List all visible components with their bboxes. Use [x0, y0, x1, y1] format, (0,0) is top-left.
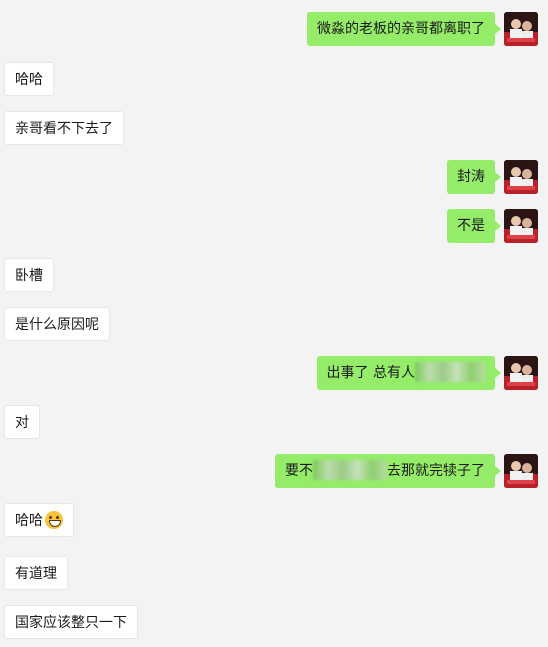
- message-text: 不是: [457, 218, 485, 234]
- message-text: 卧槽: [15, 268, 43, 284]
- avatar[interactable]: [504, 209, 538, 243]
- avatar[interactable]: [504, 160, 538, 194]
- incoming-message-bubble[interactable]: 亲哥看不下去了: [4, 111, 124, 145]
- outgoing-message-bubble[interactable]: 不是: [447, 209, 501, 243]
- avatar-image: [504, 356, 538, 390]
- message-text: 哈哈: [15, 513, 43, 529]
- incoming-message-bubble[interactable]: 国家应该整只一下: [4, 605, 138, 639]
- message-row-incoming: 亲哥看不下去了: [0, 111, 548, 147]
- incoming-message-bubble[interactable]: 是什么原因呢: [4, 307, 110, 341]
- avatar-image: [504, 209, 538, 243]
- message-text: 封涛: [457, 169, 485, 185]
- outgoing-message-bubble[interactable]: 微淼的老板的亲哥都离职了: [307, 12, 501, 46]
- outgoing-message-bubble[interactable]: 要不 去那就完犊子了: [275, 454, 501, 488]
- message-text: 哈哈: [15, 72, 43, 88]
- message-row-incoming: 国家应该整只一下: [0, 605, 548, 641]
- message-row-incoming: 哈哈: [0, 62, 548, 98]
- incoming-message-bubble[interactable]: 对: [4, 405, 40, 439]
- avatar[interactable]: [504, 356, 538, 390]
- message-text: 亲哥看不下去了: [15, 121, 113, 137]
- message-text: 对: [15, 415, 29, 431]
- message-text: 微淼的老板的亲哥都离职了: [317, 21, 485, 37]
- incoming-message-bubble[interactable]: 哈哈: [4, 503, 74, 537]
- avatar-image: [504, 12, 538, 46]
- avatar-image: [504, 454, 538, 488]
- message-text: 出事了 总有人: [326, 365, 415, 381]
- message-text: 要不: [285, 463, 313, 479]
- message-text: 有道理: [15, 566, 57, 582]
- message-text: 国家应该整只一下: [15, 615, 127, 631]
- message-row-outgoing: 出事了 总有人: [0, 356, 548, 392]
- message-row-outgoing: 封涛: [0, 160, 548, 196]
- incoming-message-bubble[interactable]: 卧槽: [4, 258, 54, 292]
- incoming-message-bubble[interactable]: 哈哈: [4, 62, 54, 96]
- message-text: 去那就完犊子了: [387, 463, 485, 479]
- message-row-incoming: 卧槽: [0, 258, 548, 294]
- redacted-text-blur: [313, 460, 387, 480]
- avatar-image: [504, 160, 538, 194]
- avatar[interactable]: [504, 12, 538, 46]
- message-row-outgoing: 微淼的老板的亲哥都离职了: [0, 12, 548, 48]
- message-row-incoming: 对: [0, 405, 548, 441]
- chat-history: 微淼的老板的亲哥都离职了 哈哈 亲哥看不下去了 封涛 不是 卧槽 是什么原因呢 …: [0, 0, 548, 647]
- grinning-face-emoji-icon: [45, 510, 63, 529]
- message-row-outgoing: 不是: [0, 209, 548, 245]
- message-text: 是什么原因呢: [15, 317, 99, 333]
- outgoing-message-bubble[interactable]: 出事了 总有人: [316, 356, 502, 390]
- message-row-outgoing: 要不 去那就完犊子了: [0, 454, 548, 490]
- message-row-incoming: 是什么原因呢: [0, 307, 548, 343]
- redacted-text-blur: [415, 362, 485, 382]
- outgoing-message-bubble[interactable]: 封涛: [447, 160, 501, 194]
- avatar[interactable]: [504, 454, 538, 488]
- message-row-incoming: 哈哈: [0, 503, 548, 539]
- message-row-incoming: 有道理: [0, 556, 548, 592]
- incoming-message-bubble[interactable]: 有道理: [4, 556, 68, 590]
